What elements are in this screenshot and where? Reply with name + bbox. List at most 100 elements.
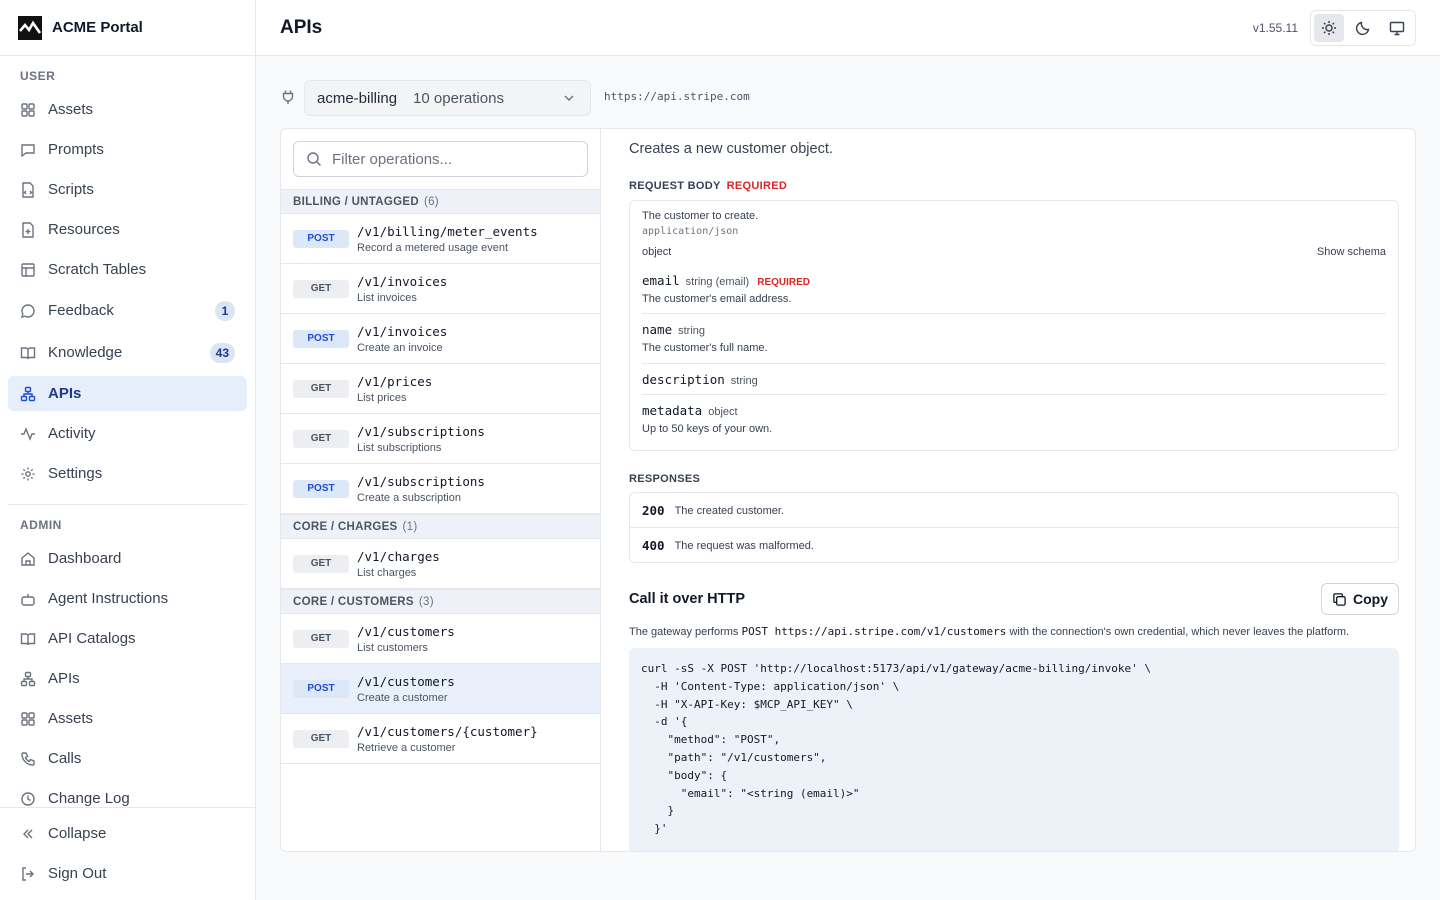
sidebar-item-scripts[interactable]: Scripts <box>8 172 247 207</box>
sidebar-item-calls[interactable]: Calls <box>8 741 247 776</box>
sidebar-item-feedback[interactable]: Feedback 1 <box>8 293 247 328</box>
operation-summary: Creates a new customer object. <box>629 141 833 157</box>
connection-base-url: https://api.stripe.com <box>604 90 750 103</box>
sidebar-item-knowledge[interactable]: Knowledge 43 <box>8 335 247 370</box>
property-type: string (email) <box>685 276 750 288</box>
operation-desc: Create a customer <box>357 691 448 704</box>
operation-path: /v1/customers/{customer} <box>357 723 538 739</box>
copy-button[interactable]: Copy <box>1321 583 1399 615</box>
property-divider <box>642 313 1386 314</box>
collapse-button[interactable]: Collapse <box>8 816 247 851</box>
sidebar-item-activity[interactable]: Activity <box>8 416 247 451</box>
collapse-label: Collapse <box>48 825 107 842</box>
property-name: name <box>642 322 673 337</box>
operation-row-selected[interactable]: POST /v1/customers Create a customer <box>281 664 600 714</box>
sidebar-item-admin-apis[interactable]: APIs <box>8 661 247 696</box>
operation-path: /v1/charges <box>357 548 440 564</box>
feedback-count-badge: 1 <box>215 300 235 321</box>
operation-row[interactable]: GET /v1/subscriptions List subscriptions <box>281 414 600 464</box>
grid-icon <box>20 102 36 118</box>
operations-list: BILLING / UNTAGGED (6) POST /v1/billing/m… <box>281 129 601 851</box>
response-row: 200 The created customer. <box>642 503 784 518</box>
sidebar-item-agent-instructions[interactable]: Agent Instructions <box>8 581 247 616</box>
light-theme-button[interactable] <box>1314 14 1344 42</box>
sign-out-button[interactable]: Sign Out <box>8 856 247 891</box>
sidebar-item-dashboard[interactable]: Dashboard <box>8 541 247 576</box>
theme-switcher <box>1310 10 1416 46</box>
response-desc: The request was malformed. <box>674 539 814 552</box>
operation-row[interactable]: POST /v1/subscriptions Create a subscript… <box>281 464 600 514</box>
note-request: POST https://api.stripe.com/v1/customers <box>741 625 1007 638</box>
curl-command: curl -sS -X POST 'http://localhost:5173/… <box>641 662 1151 836</box>
request-body-heading: REQUEST BODY REQUIRED <box>629 180 787 192</box>
operation-row[interactable]: GET /v1/prices List prices <box>281 364 600 414</box>
sidebar-item-label: Feedback <box>48 302 114 319</box>
property-type: string <box>730 375 758 387</box>
call-http-title: Call it over HTTP <box>629 591 746 607</box>
property-divider <box>642 363 1386 364</box>
operation-row[interactable]: GET /v1/customers/{customer} Retrieve a c… <box>281 714 600 764</box>
system-theme-button[interactable] <box>1382 14 1412 42</box>
operation-desc: Create an invoice <box>357 341 443 354</box>
dark-theme-button[interactable] <box>1348 14 1378 42</box>
sidebar-item-assets[interactable]: Assets <box>8 92 247 127</box>
group-count: (3) <box>418 595 434 608</box>
acme-logo-icon <box>18 15 42 40</box>
sidebar-item-admin-assets[interactable]: Assets <box>8 701 247 736</box>
chevrons-left-icon <box>20 826 36 842</box>
sidebar-footer: Collapse Sign Out <box>0 807 255 900</box>
operation-desc: List customers <box>357 641 428 654</box>
sidebar: ACME Portal USER Assets Prompts Scripts … <box>0 0 256 900</box>
sidebar-item-resources[interactable]: Resources <box>8 212 247 247</box>
operation-desc: List invoices <box>357 291 417 304</box>
sidebar-item-label: Agent Instructions <box>48 590 169 607</box>
operation-desc: List subscriptions <box>357 441 442 454</box>
operation-path: /v1/customers <box>357 673 455 689</box>
curl-code-block: curl -sS -X POST 'http://localhost:5173/… <box>629 648 1399 851</box>
body-type: object <box>642 246 672 258</box>
show-schema-link[interactable]: Show schema <box>1317 246 1386 258</box>
filter-operations-input[interactable] <box>332 150 572 168</box>
sidebar-item-settings[interactable]: Settings <box>8 456 247 491</box>
operation-row[interactable]: POST /v1/invoices Create an invoice <box>281 314 600 364</box>
group-header-charges: CORE / CHARGES (1) <box>281 514 600 539</box>
sidebar-item-scratch-tables[interactable]: Scratch Tables <box>8 252 247 287</box>
moon-icon <box>1355 21 1370 36</box>
operation-path: /v1/invoices <box>357 323 448 339</box>
group-name: BILLING / UNTAGGED <box>293 195 419 208</box>
connection-name: acme-billing <box>317 89 398 107</box>
api-panel: BILLING / UNTAGGED (6) POST /v1/billing/m… <box>280 128 1416 852</box>
grid-icon <box>20 711 36 727</box>
sidebar-item-apis[interactable]: APIs <box>8 376 247 411</box>
operation-row[interactable]: GET /v1/charges List charges <box>281 539 600 589</box>
sidebar-item-api-catalogs[interactable]: API Catalogs <box>8 621 247 656</box>
page-title: APIs <box>280 16 323 38</box>
method-badge: GET <box>293 554 349 573</box>
note-suffix: with the connection's own credential, wh… <box>1009 626 1350 638</box>
sidebar-item-label: Knowledge <box>48 344 123 361</box>
property-desc: The customer's full name. <box>642 342 768 354</box>
book-open-icon <box>20 631 36 647</box>
sidebar-item-label: API Catalogs <box>48 630 136 647</box>
operation-row[interactable]: POST /v1/billing/meter_events Record a me… <box>281 214 600 264</box>
sidebar-item-label: Settings <box>48 465 103 482</box>
bot-icon <box>20 591 36 607</box>
connection-select[interactable]: acme-billing 10 operations <box>304 80 591 116</box>
operation-row[interactable]: GET /v1/customers List customers <box>281 614 600 664</box>
brand[interactable]: ACME Portal <box>0 0 255 56</box>
phone-icon <box>20 751 36 767</box>
sidebar-item-label: APIs <box>48 385 82 402</box>
sidebar-item-prompts[interactable]: Prompts <box>8 132 247 167</box>
network-icon <box>20 386 36 402</box>
operation-desc: List charges <box>357 566 417 579</box>
group-count: (6) <box>423 195 439 208</box>
operation-row[interactable]: GET /v1/invoices List invoices <box>281 264 600 314</box>
property-metadata: metadata object Up to 50 keys of your own… <box>642 402 1386 435</box>
operation-path: /v1/billing/meter_events <box>357 223 538 239</box>
knowledge-count-badge: 43 <box>209 342 235 363</box>
top-header: APIs v1.55.11 <box>256 0 1440 56</box>
group-name: CORE / CUSTOMERS <box>293 595 414 608</box>
clock-icon <box>20 791 36 807</box>
filter-operations-field[interactable] <box>293 141 588 177</box>
sidebar-divider <box>8 504 247 505</box>
